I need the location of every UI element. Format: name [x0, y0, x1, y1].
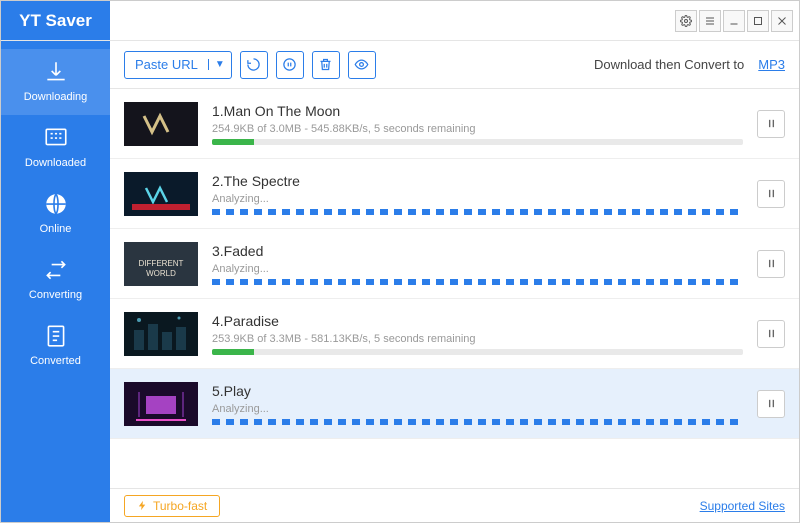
delete-button[interactable] — [312, 51, 340, 79]
sidebar: Downloading Downloaded Online Converting… — [1, 41, 110, 522]
download-row[interactable]: 5.Play Analyzing... — [110, 369, 799, 439]
turbo-fast-button[interactable]: Turbo-fast — [124, 495, 220, 517]
download-title: 2.The Spectre — [212, 173, 743, 189]
close-button[interactable] — [771, 10, 793, 32]
pause-button[interactable] — [757, 110, 785, 138]
pause-button[interactable] — [757, 250, 785, 278]
progress-track — [212, 139, 743, 145]
paste-url-button[interactable]: Paste URL ▼ — [124, 51, 232, 79]
settings-button[interactable] — [675, 10, 697, 32]
pause-all-button[interactable] — [276, 51, 304, 79]
sidebar-item-label: Converted — [30, 355, 81, 367]
download-row[interactable]: 1.Man On The Moon 254.9KB of 3.0MB - 545.… — [110, 89, 799, 159]
download-info: 2.The Spectre Analyzing... — [212, 173, 743, 215]
svg-text:DIFFERENT: DIFFERENT — [139, 259, 184, 268]
sidebar-item-converting[interactable]: Converting — [1, 247, 110, 313]
thumbnail — [124, 172, 198, 216]
download-row[interactable]: 4.Paradise 253.9KB of 3.3MB - 581.13KB/s,… — [110, 299, 799, 369]
thumbnail — [124, 312, 198, 356]
minimize-button[interactable] — [723, 10, 745, 32]
progress-bar — [212, 139, 254, 145]
app-title: YT Saver — [1, 1, 110, 40]
convert-format-link[interactable]: MP3 — [758, 57, 785, 72]
analyzing-indicator — [212, 209, 743, 215]
resume-all-button[interactable] — [240, 51, 268, 79]
menu-button[interactable] — [699, 10, 721, 32]
thumbnail — [124, 102, 198, 146]
download-row[interactable]: 2.The Spectre Analyzing... — [110, 159, 799, 229]
sidebar-item-online[interactable]: Online — [1, 181, 110, 247]
preview-button[interactable] — [348, 51, 376, 79]
maximize-button[interactable] — [747, 10, 769, 32]
chevron-down-icon[interactable]: ▼ — [208, 59, 231, 70]
download-status: Analyzing... — [212, 193, 743, 205]
svg-text:WORLD: WORLD — [146, 269, 176, 278]
download-status: 254.9KB of 3.0MB - 545.88KB/s, 5 seconds… — [212, 123, 743, 135]
convert-prefix: Download then Convert to — [594, 57, 744, 72]
download-info: 4.Paradise 253.9KB of 3.3MB - 581.13KB/s,… — [212, 313, 743, 355]
download-info: 1.Man On The Moon 254.9KB of 3.0MB - 545.… — [212, 103, 743, 145]
download-status: 253.9KB of 3.3MB - 581.13KB/s, 5 seconds… — [212, 333, 743, 345]
pause-button[interactable] — [757, 390, 785, 418]
download-title: 4.Paradise — [212, 313, 743, 329]
sidebar-item-label: Online — [40, 223, 72, 235]
pause-button[interactable] — [757, 180, 785, 208]
download-status: Analyzing... — [212, 263, 743, 275]
paste-url-label: Paste URL — [125, 57, 208, 72]
download-status: Analyzing... — [212, 403, 743, 415]
download-title: 1.Man On The Moon — [212, 103, 743, 119]
thumbnail: DIFFERENTWORLD — [124, 242, 198, 286]
sidebar-item-label: Converting — [29, 289, 82, 301]
progress-bar — [212, 349, 254, 355]
thumbnail — [124, 382, 198, 426]
sidebar-item-converted[interactable]: Converted — [1, 313, 110, 379]
sidebar-item-label: Downloaded — [25, 157, 86, 169]
download-info: 5.Play Analyzing... — [212, 383, 743, 425]
download-info: 3.Faded Analyzing... — [212, 243, 743, 285]
download-title: 5.Play — [212, 383, 743, 399]
sidebar-item-downloaded[interactable]: Downloaded — [1, 115, 110, 181]
download-title: 3.Faded — [212, 243, 743, 259]
download-row[interactable]: DIFFERENTWORLD 3.Faded Analyzing... — [110, 229, 799, 299]
analyzing-indicator — [212, 279, 743, 285]
turbo-label: Turbo-fast — [153, 499, 207, 513]
sidebar-item-label: Downloading — [24, 91, 88, 103]
analyzing-indicator — [212, 419, 743, 425]
downloads-list: 1.Man On The Moon 254.9KB of 3.0MB - 545.… — [110, 89, 799, 488]
supported-sites-link[interactable]: Supported Sites — [700, 499, 785, 513]
pause-button[interactable] — [757, 320, 785, 348]
sidebar-item-downloading[interactable]: Downloading — [1, 49, 110, 115]
progress-track — [212, 349, 743, 355]
